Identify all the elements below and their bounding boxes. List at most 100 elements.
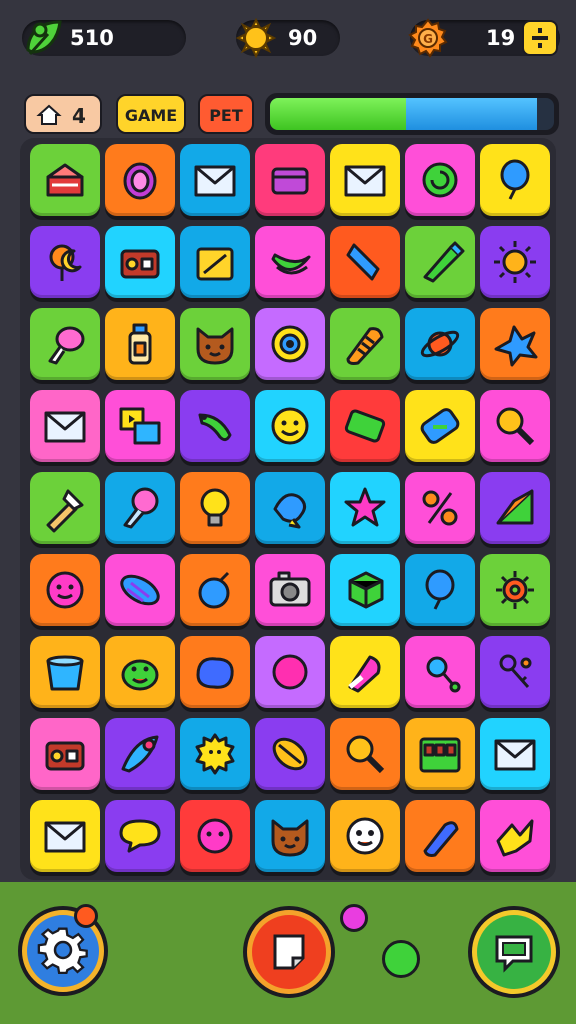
tile-r7-c1[interactable] [30, 636, 100, 708]
tile-r1-c5[interactable] [330, 144, 400, 216]
tile-r5-c2[interactable] [105, 472, 175, 544]
svg-text:G: G [423, 32, 433, 46]
tile-r4-c5[interactable] [330, 390, 400, 462]
tile-r9-c7[interactable] [480, 800, 550, 872]
tile-r7-c5[interactable] [330, 636, 400, 708]
tile-r9-c1[interactable] [30, 800, 100, 872]
tile-r5-c7[interactable] [480, 472, 550, 544]
tile-r5-c5[interactable] [330, 472, 400, 544]
tile-r2-c7[interactable] [480, 226, 550, 298]
tile-r6-c5[interactable] [330, 554, 400, 626]
knife-icon [46, 489, 84, 533]
note-icon [273, 934, 305, 970]
plus-minus-icon[interactable] [522, 20, 558, 56]
tile-r3-c3[interactable] [180, 308, 250, 380]
orange-gear-coin-icon: G [408, 18, 448, 58]
tile-r6-c2[interactable] [105, 554, 175, 626]
scissors-icon [422, 490, 458, 526]
tile-r4-c1[interactable] [30, 390, 100, 462]
tile-r8-c7[interactable] [480, 718, 550, 790]
tile-r9-c2[interactable] [105, 800, 175, 872]
tile-r1-c4[interactable] [255, 144, 325, 216]
tile-r4-c2[interactable] [105, 390, 175, 462]
tile-r2-c5[interactable] [330, 226, 400, 298]
tile-r2-c1[interactable] [30, 226, 100, 298]
tile-r6-c4[interactable] [255, 554, 325, 626]
cube-icon [348, 571, 384, 609]
tile-r3-c1[interactable] [30, 308, 100, 380]
tile-r4-c6[interactable] [405, 390, 475, 462]
tile-r8-c3[interactable] [180, 718, 250, 790]
tile-r6-c7[interactable] [480, 554, 550, 626]
tile-r1-c7[interactable] [480, 144, 550, 216]
tile-r7-c4[interactable] [255, 636, 325, 708]
tile-r1-c1[interactable] [30, 144, 100, 216]
tile-r6-c1[interactable] [30, 554, 100, 626]
sun-face-icon [195, 733, 235, 775]
tile-r8-c6[interactable] [405, 718, 475, 790]
tile-r9-c3[interactable] [180, 800, 250, 872]
resource-bar: 510 90 G 19 [0, 0, 576, 80]
game-board [20, 138, 556, 880]
pill-icon [423, 821, 459, 857]
balloon-icon [500, 159, 530, 200]
leaf-counter[interactable]: 510 [22, 20, 186, 56]
coin-count: 90 [288, 26, 318, 50]
tile-r9-c5[interactable] [330, 800, 400, 872]
leaf-icon [272, 737, 308, 771]
tile-r1-c6[interactable] [405, 144, 475, 216]
calendar-icon [419, 737, 461, 773]
chat-button[interactable] [468, 906, 560, 998]
saturn-icon [420, 330, 460, 358]
tile-r5-c1[interactable] [30, 472, 100, 544]
tile-r5-c6[interactable] [405, 472, 475, 544]
tile-r1-c2[interactable] [105, 144, 175, 216]
tile-r3-c7[interactable] [480, 308, 550, 380]
tile-r5-c4[interactable] [255, 472, 325, 544]
tile-r7-c7[interactable] [480, 636, 550, 708]
tile-r2-c4[interactable] [255, 226, 325, 298]
ball-icon [272, 654, 308, 690]
gem-counter[interactable]: G 19 [408, 18, 560, 58]
tile-r4-c7[interactable] [480, 390, 550, 462]
cat-face-icon [196, 327, 234, 365]
tile-r7-c2[interactable] [105, 636, 175, 708]
tile-r4-c3[interactable] [180, 390, 250, 462]
tile-r7-c3[interactable] [180, 636, 250, 708]
tile-r9-c6[interactable] [405, 800, 475, 872]
tile-r9-c4[interactable] [255, 800, 325, 872]
home-chip[interactable]: 4 [24, 94, 102, 134]
tile-r3-c4[interactable] [255, 308, 325, 380]
tile-r8-c2[interactable] [105, 718, 175, 790]
notification-dot [74, 904, 98, 928]
star-icon [344, 487, 386, 527]
tile-r5-c3[interactable] [180, 472, 250, 544]
tile-r6-c3[interactable] [180, 554, 250, 626]
bucket-icon [46, 655, 84, 691]
tile-r2-c6[interactable] [405, 226, 475, 298]
tile-r8-c5[interactable] [330, 718, 400, 790]
tile-r8-c4[interactable] [255, 718, 325, 790]
tile-r3-c5[interactable] [330, 308, 400, 380]
tile-r2-c3[interactable] [180, 226, 250, 298]
tile-r7-c6[interactable] [405, 636, 475, 708]
tile-r6-c6[interactable] [405, 554, 475, 626]
tile-r2-c2[interactable] [105, 226, 175, 298]
tile-r8-c1[interactable] [30, 718, 100, 790]
envelope-icon [44, 411, 86, 443]
game-button[interactable]: GAME [116, 94, 186, 134]
blob-face-icon [46, 571, 84, 609]
tile-r3-c6[interactable] [405, 308, 475, 380]
radio-icon [120, 249, 160, 279]
green-orb [382, 940, 420, 978]
jelly-icon [196, 657, 234, 689]
coin-counter[interactable]: 90 [236, 18, 340, 58]
tile-r1-c3[interactable] [180, 144, 250, 216]
tile-r3-c2[interactable] [105, 308, 175, 380]
caterpillar-icon [198, 413, 232, 442]
sun-icon [494, 241, 536, 283]
tile-r4-c4[interactable] [255, 390, 325, 462]
note-button[interactable] [243, 906, 335, 998]
frog-icon [121, 659, 159, 691]
pet-button[interactable]: PET [198, 94, 254, 134]
